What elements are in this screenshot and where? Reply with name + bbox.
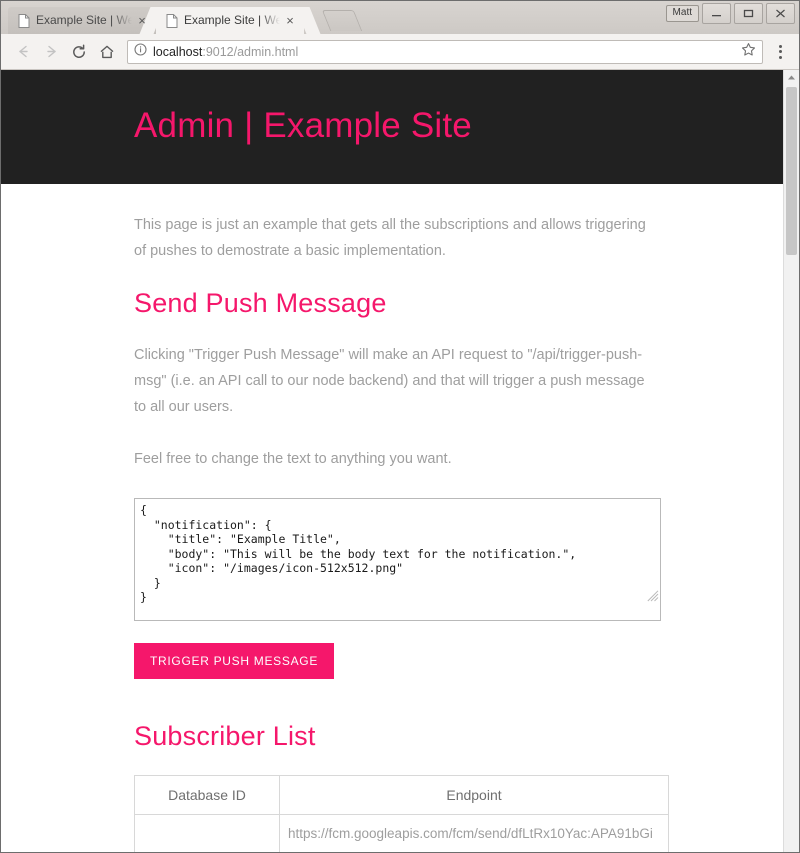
close-icon[interactable] bbox=[766, 3, 795, 24]
table-row: lege3Q7Dxz3aVShL https://fcm.googleapis.… bbox=[134, 814, 669, 852]
three-dot-menu-icon[interactable] bbox=[769, 38, 791, 66]
page-viewport: Admin | Example Site This page is just a… bbox=[1, 70, 799, 852]
payload-textarea-wrapper: { "notification": { "title": "Example Ti… bbox=[134, 498, 661, 621]
scrollbar-thumb[interactable] bbox=[786, 87, 797, 255]
web-page: Admin | Example Site This page is just a… bbox=[1, 70, 783, 852]
home-icon[interactable] bbox=[93, 38, 121, 66]
send-push-paragraph-2: Feel free to change the text to anything… bbox=[134, 451, 452, 467]
browser-titlebar: Example Site | Web P × Example Site | We… bbox=[1, 1, 799, 34]
reload-icon[interactable] bbox=[65, 38, 93, 66]
table-header-row: Database ID Endpoint bbox=[134, 775, 669, 815]
scrollbar-up-arrow-icon[interactable] bbox=[784, 70, 799, 85]
page-content: This page is just an example that gets a… bbox=[1, 184, 783, 852]
star-icon[interactable] bbox=[741, 42, 756, 62]
browser-tab-1-close-icon[interactable]: × bbox=[134, 13, 150, 29]
browser-tab-1[interactable]: Example Site | Web P × bbox=[8, 7, 156, 34]
send-push-paragraph-1: Clicking "Trigger Push Message" will mak… bbox=[134, 347, 645, 415]
forward-arrow-icon[interactable] bbox=[37, 38, 65, 66]
subscriber-table-head: Database ID Endpoint bbox=[134, 775, 669, 815]
browser-tab-2[interactable]: Example Site | Web P × bbox=[156, 7, 304, 34]
browser-tab-2-close-icon[interactable]: × bbox=[282, 13, 298, 29]
window-controls: Matt bbox=[665, 3, 795, 24]
subscriber-table: Database ID Endpoint lege3Q7Dxz3aVShL ht… bbox=[134, 775, 669, 852]
intro-paragraph: This page is just an example that gets a… bbox=[134, 217, 646, 259]
url-bar[interactable]: localhost:9012/admin.html bbox=[127, 39, 763, 64]
new-tab-button[interactable] bbox=[321, 10, 363, 31]
site-header: Admin | Example Site bbox=[1, 70, 783, 184]
minimize-icon[interactable] bbox=[702, 3, 731, 24]
profile-name-chip[interactable]: Matt bbox=[665, 5, 699, 22]
page-title: Admin | Example Site bbox=[134, 106, 472, 145]
url-host: localhost bbox=[153, 44, 203, 59]
cell-database-id: lege3Q7Dxz3aVShL bbox=[134, 814, 280, 852]
back-arrow-icon[interactable] bbox=[9, 38, 37, 66]
url-text[interactable]: localhost:9012/admin.html bbox=[153, 45, 737, 59]
page-icon bbox=[166, 13, 178, 28]
column-header-database-id: Database ID bbox=[134, 775, 280, 815]
subscriber-list-heading: Subscriber List bbox=[134, 721, 316, 751]
browser-window: Example Site | Web P × Example Site | We… bbox=[0, 0, 800, 853]
browser-toolbar: localhost:9012/admin.html bbox=[1, 34, 799, 70]
send-push-heading: Send Push Message bbox=[134, 288, 387, 318]
browser-tab-1-title: Example Site | Web P bbox=[36, 13, 134, 27]
page-scrollbar[interactable] bbox=[783, 70, 799, 852]
cell-endpoint: https://fcm.googleapis.com/fcm/send/dfLt… bbox=[279, 814, 669, 852]
column-header-endpoint: Endpoint bbox=[279, 775, 669, 815]
page-icon bbox=[18, 13, 30, 28]
browser-tab-2-title: Example Site | Web P bbox=[184, 13, 282, 27]
subscriber-table-body: lege3Q7Dxz3aVShL https://fcm.googleapis.… bbox=[134, 814, 669, 852]
trigger-push-message-button[interactable]: TRIGGER PUSH MESSAGE bbox=[134, 643, 335, 679]
maximize-icon[interactable] bbox=[734, 3, 763, 24]
push-payload-textarea[interactable]: { "notification": { "title": "Example Ti… bbox=[134, 498, 661, 621]
info-icon[interactable] bbox=[134, 42, 147, 61]
url-path: :9012/admin.html bbox=[202, 44, 299, 59]
